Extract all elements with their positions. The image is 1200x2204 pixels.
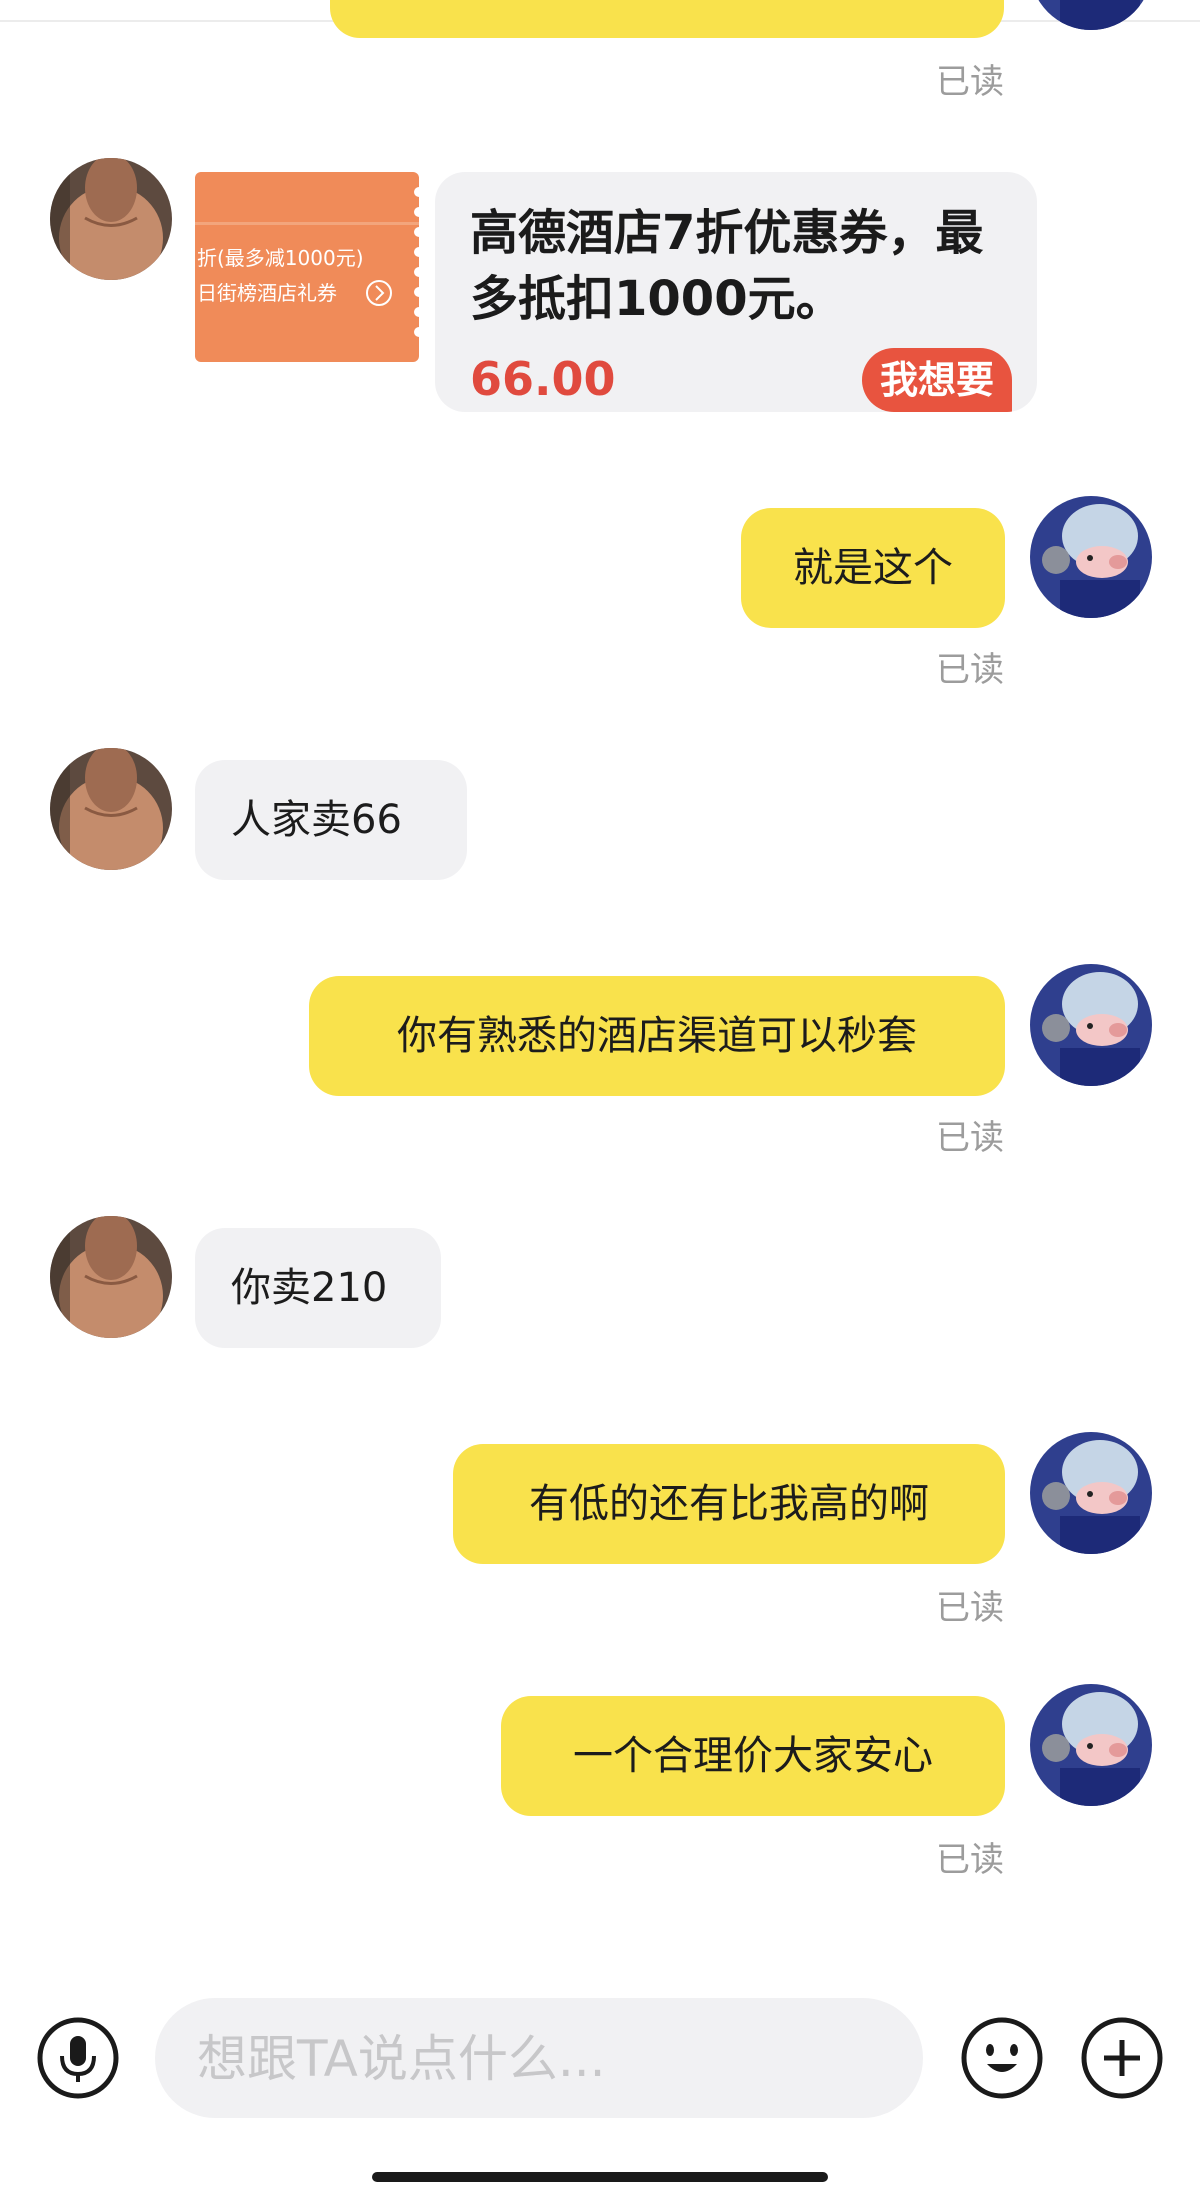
- my-avatar[interactable]: [1030, 496, 1152, 618]
- read-status: 已读: [936, 62, 1004, 102]
- contact-avatar[interactable]: [50, 1216, 172, 1338]
- coupon-thumbnail: 折(最多减1000元) 日街榜酒店礼券: [195, 172, 424, 412]
- emoji-icon[interactable]: [960, 2016, 1044, 2100]
- want-button[interactable]: 我想要: [861, 348, 1012, 412]
- read-status: 已读: [936, 1118, 1004, 1158]
- message-bubble[interactable]: 你卖210: [195, 1228, 441, 1348]
- home-indicator: [372, 2172, 828, 2182]
- product-card-body[interactable]: 高德酒店7折优惠券，最多抵扣1000元。 66.00 我想要: [435, 172, 1037, 412]
- message-bubble[interactable]: 人家卖66: [195, 760, 467, 880]
- message-input[interactable]: [195, 1998, 889, 2120]
- message-bubble-partial[interactable]: [330, 0, 1004, 38]
- my-avatar[interactable]: [1030, 1432, 1152, 1554]
- read-status: 已读: [936, 650, 1004, 690]
- product-card[interactable]: 折(最多减1000元) 日街榜酒店礼券 高德酒店7折优惠券，最多抵扣1000元。…: [195, 172, 1037, 412]
- my-avatar[interactable]: [1030, 1684, 1152, 1806]
- plus-icon[interactable]: [1080, 2016, 1164, 2100]
- message-bubble[interactable]: 就是这个: [741, 508, 1005, 628]
- contact-avatar[interactable]: [50, 158, 172, 280]
- message-bubble[interactable]: 有低的还有比我高的啊: [453, 1444, 1005, 1564]
- product-price: 66.00: [470, 352, 616, 406]
- read-status: 已读: [936, 1840, 1004, 1880]
- coupon-text-2: 日街榜酒店礼券: [197, 281, 337, 305]
- microphone-icon[interactable]: [36, 2016, 120, 2100]
- my-avatar[interactable]: [1030, 964, 1152, 1086]
- read-status: 已读: [936, 1588, 1004, 1628]
- message-bubble[interactable]: 你有熟悉的酒店渠道可以秒套: [309, 976, 1005, 1096]
- contact-avatar[interactable]: [50, 748, 172, 870]
- message-bubble[interactable]: 一个合理价大家安心: [501, 1696, 1005, 1816]
- coupon-text-1: 折(最多减1000元): [197, 246, 364, 270]
- message-input-container[interactable]: [155, 1998, 923, 2120]
- product-title: 高德酒店7折优惠券，最多抵扣1000元。: [470, 205, 984, 327]
- my-avatar[interactable]: [1030, 0, 1152, 30]
